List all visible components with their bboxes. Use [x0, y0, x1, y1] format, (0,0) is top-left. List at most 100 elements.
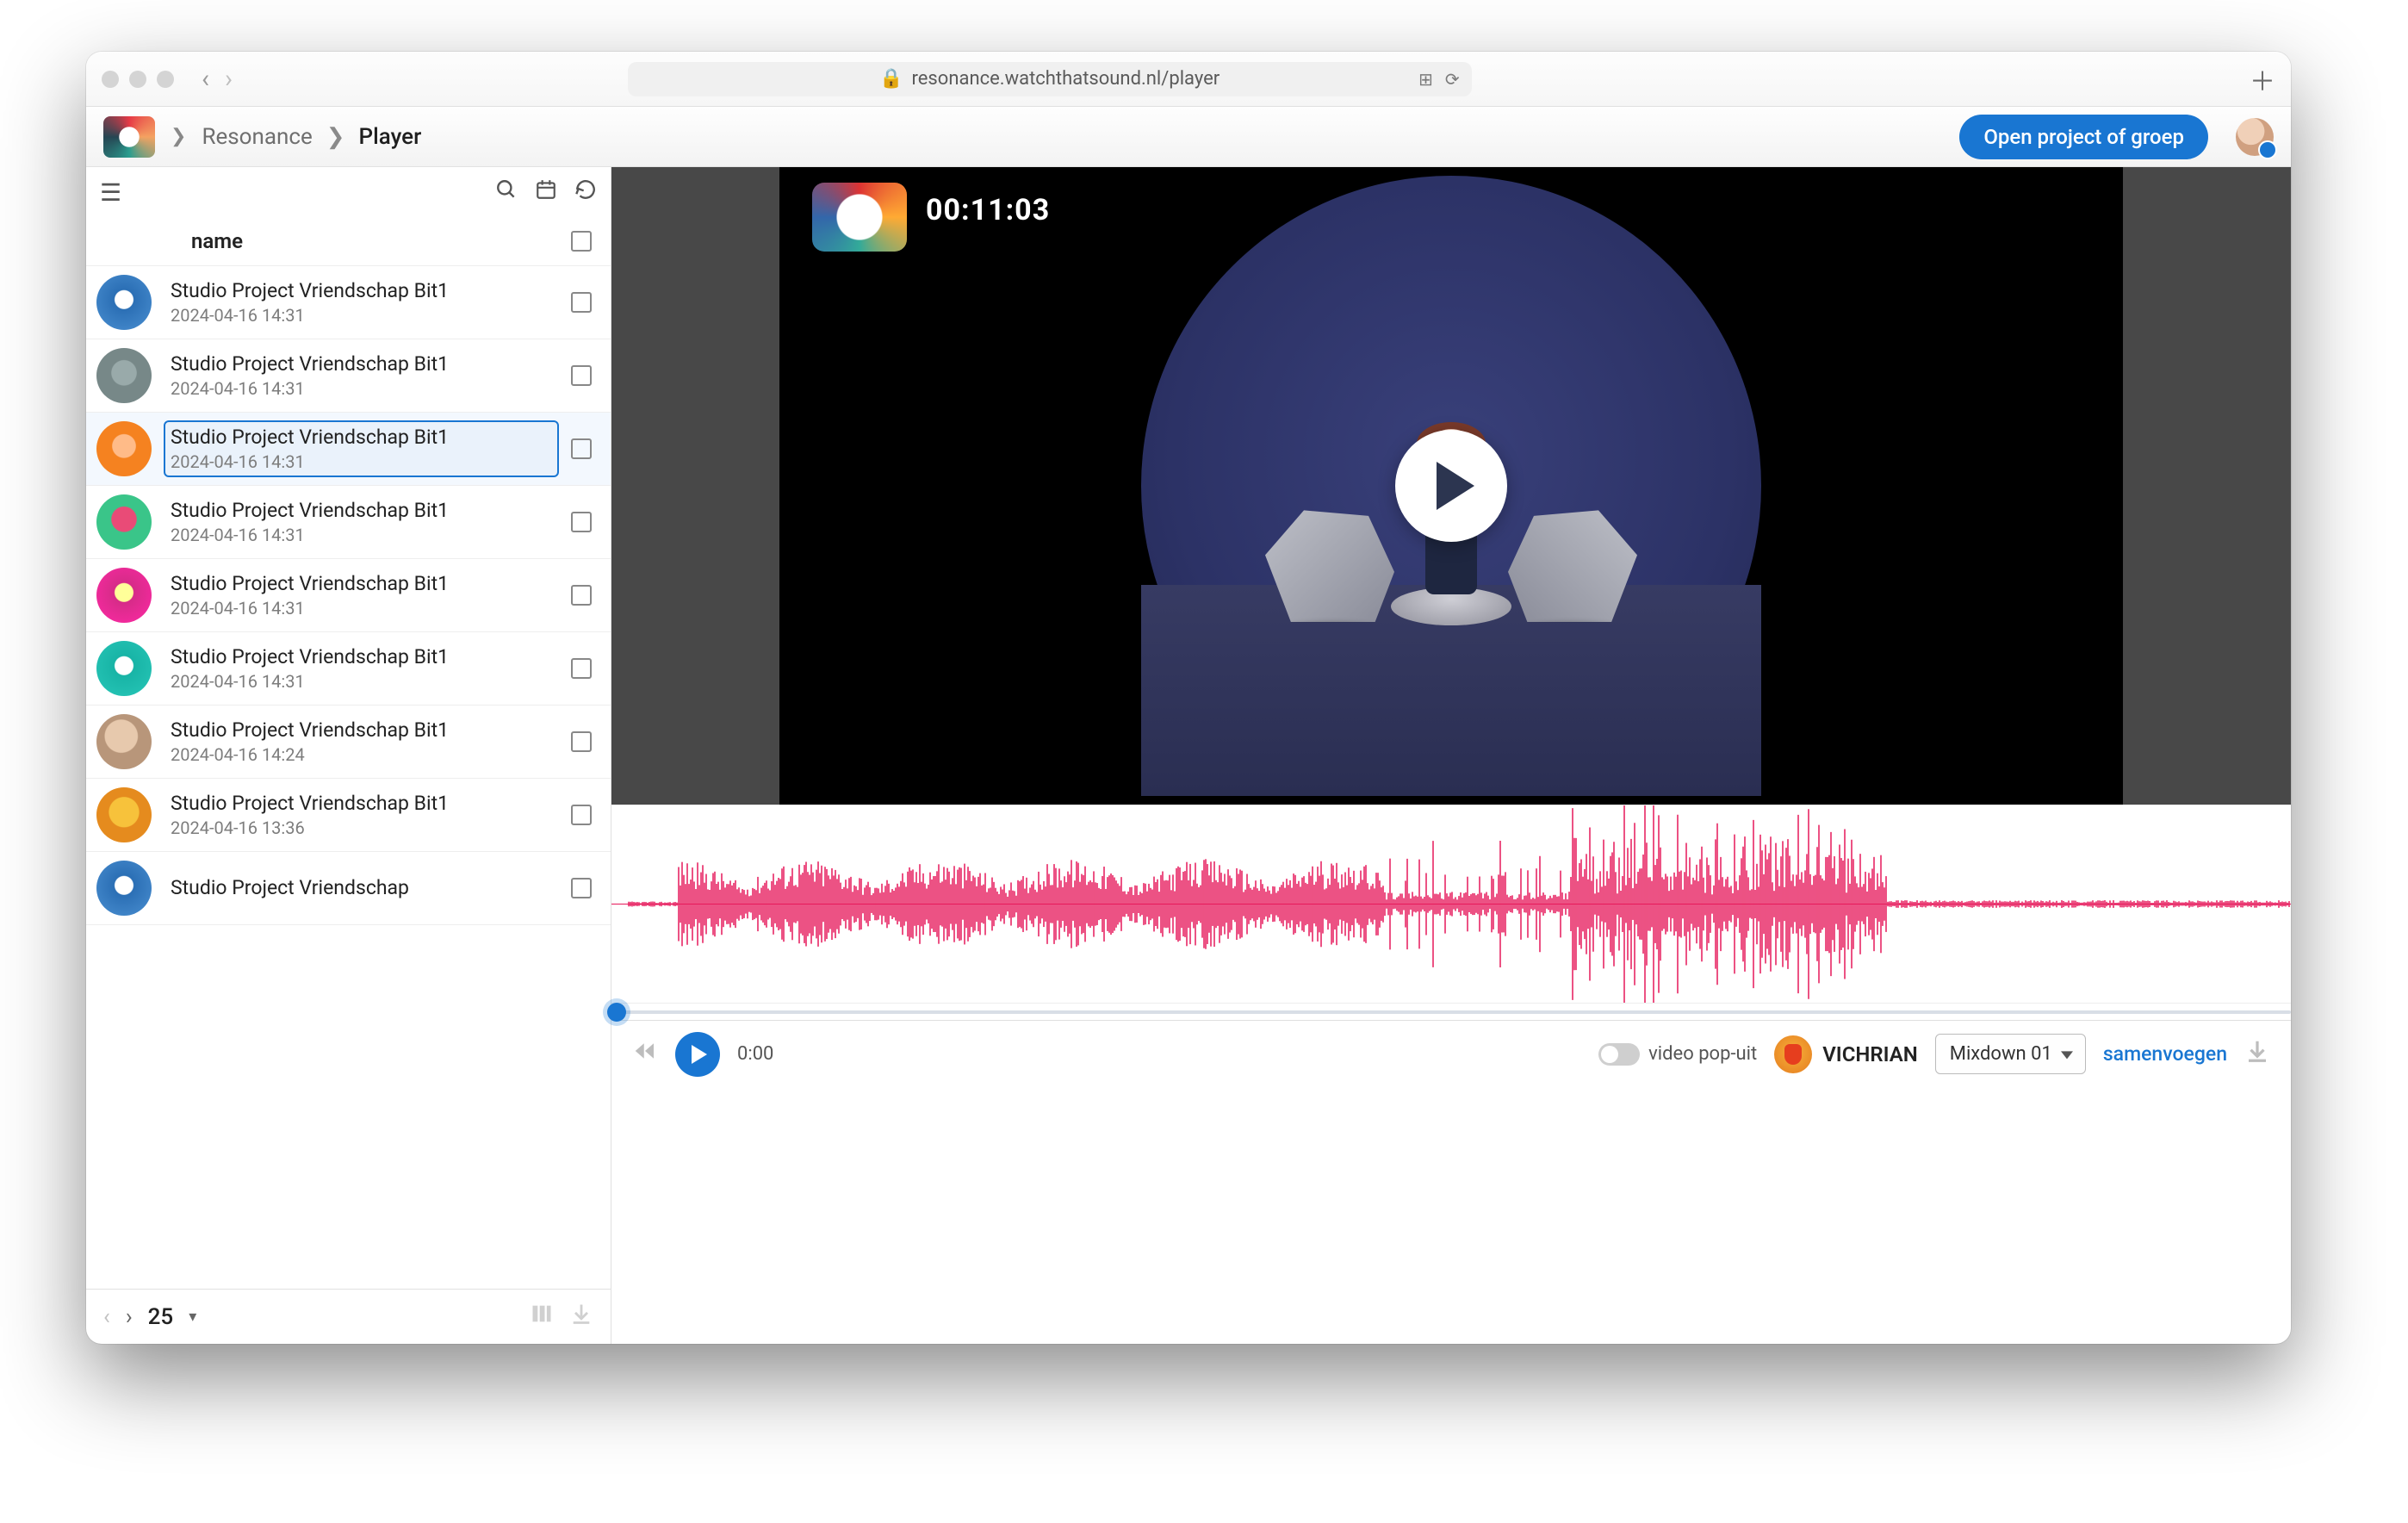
item-info: Studio Project Vriendschap Bit12024-04-1… [165, 349, 557, 403]
row-checkbox[interactable] [571, 438, 592, 459]
list-item[interactable]: Studio Project Vriendschap Bit12024-04-1… [86, 706, 611, 779]
download-icon[interactable] [2244, 1038, 2270, 1070]
breadcrumb-root[interactable]: Resonance [202, 124, 312, 150]
item-info: Studio Project Vriendschap Bit12024-04-1… [165, 788, 557, 842]
columns-icon[interactable] [530, 1302, 554, 1332]
avatar [96, 568, 152, 623]
item-info: Studio Project Vriendschap Bit12024-04-1… [165, 715, 557, 769]
item-info: Studio Project Vriendschap Bit12024-04-1… [165, 276, 557, 330]
reload-icon[interactable]: ⟳ [1445, 69, 1460, 90]
user-avatar-icon [1774, 1035, 1812, 1073]
item-info: Studio Project Vriendschap Bit12024-04-1… [165, 495, 557, 550]
close-dot[interactable] [102, 71, 119, 88]
search-icon[interactable] [495, 178, 518, 207]
timecode: 00:11:03 [926, 193, 1050, 227]
list-item[interactable]: Studio Project Vriendschap Bit12024-04-1… [86, 632, 611, 706]
waveform[interactable] [611, 805, 2291, 1003]
window-controls [102, 71, 174, 88]
row-checkbox[interactable] [571, 731, 592, 752]
avatar [96, 861, 152, 916]
timeline-slider[interactable] [611, 1003, 2291, 1020]
item-time: 2024-04-16 14:31 [171, 598, 557, 619]
page-prev-icon[interactable]: ‹ [103, 1304, 110, 1330]
row-checkbox[interactable] [571, 658, 592, 679]
avatar [96, 787, 152, 842]
list-item[interactable]: Studio Project Vriendschap [86, 852, 611, 925]
app-logo[interactable] [103, 116, 155, 158]
item-title: Studio Project Vriendschap Bit1 [171, 645, 557, 670]
avatar [96, 348, 152, 403]
avatar [96, 494, 152, 550]
calendar-icon[interactable] [535, 178, 557, 207]
item-time: 2024-04-16 14:24 [171, 744, 557, 765]
address-bar[interactable]: 🔒 resonance.watchthatsound.nl/player ⊞ ⟳ [628, 62, 1472, 96]
avatar [96, 421, 152, 476]
browser-window: ‹ › 🔒 resonance.watchthatsound.nl/player… [86, 52, 2291, 1344]
list-item[interactable]: Studio Project Vriendschap Bit12024-04-1… [86, 413, 611, 486]
item-time: 2024-04-16 14:31 [171, 378, 557, 399]
item-title: Studio Project Vriendschap Bit1 [171, 352, 557, 377]
new-tab-icon[interactable]: ＋ [2250, 60, 2275, 98]
lock-icon: 🔒 [879, 68, 903, 90]
current-user-chip[interactable]: VICHRIAN [1774, 1035, 1918, 1073]
list-item[interactable]: Studio Project Vriendschap Bit12024-04-1… [86, 559, 611, 632]
list-item[interactable]: Studio Project Vriendschap Bit12024-04-1… [86, 486, 611, 559]
current-time: 0:00 [737, 1043, 773, 1065]
item-title: Studio Project Vriendschap Bit1 [171, 499, 557, 524]
item-info: Studio Project Vriendschap Bit12024-04-1… [165, 422, 557, 476]
avatar [96, 275, 152, 330]
translate-icon[interactable]: ⊞ [1418, 69, 1433, 90]
content: 00:11:03 [611, 167, 2291, 1344]
play-button[interactable] [675, 1032, 720, 1077]
zoom-dot[interactable] [157, 71, 174, 88]
row-checkbox[interactable] [571, 585, 592, 606]
row-checkbox[interactable] [571, 878, 592, 898]
chevron-down-icon[interactable]: ▾ [189, 1308, 196, 1326]
open-project-button[interactable]: Open project of groep [1959, 115, 2208, 159]
play-overlay-button[interactable] [1395, 430, 1507, 542]
row-checkbox[interactable] [571, 512, 592, 532]
page-size-label[interactable]: 25 [148, 1304, 174, 1330]
list-item[interactable]: Studio Project Vriendschap Bit12024-04-1… [86, 266, 611, 339]
player-bar: 0:00 video pop-uit VICHRIAN Mixdown 01 s… [611, 1020, 2291, 1087]
toggle-switch[interactable] [1598, 1043, 1640, 1066]
breadcrumb-current: Player [359, 124, 422, 150]
item-info: Studio Project Vriendschap Bit12024-04-1… [165, 642, 557, 696]
download-icon[interactable] [569, 1302, 593, 1332]
toggle-label: video pop-uit [1648, 1043, 1757, 1065]
row-checkbox[interactable] [571, 365, 592, 386]
scene-rock-right [1508, 510, 1637, 622]
project-list: Studio Project Vriendschap Bit12024-04-1… [86, 266, 611, 1289]
row-checkbox[interactable] [571, 805, 592, 825]
item-time: 2024-04-16 14:31 [171, 671, 557, 692]
item-time: 2024-04-16 13:36 [171, 817, 557, 838]
slider-thumb[interactable] [607, 1003, 626, 1022]
avatar [96, 714, 152, 769]
nav-forward-icon[interactable]: › [225, 66, 233, 92]
rewind-icon[interactable] [632, 1038, 658, 1070]
mixdown-select[interactable]: Mixdown 01 [1935, 1034, 2086, 1074]
menu-icon[interactable]: ☰ [100, 178, 121, 207]
merge-button[interactable]: samenvoegen [2103, 1042, 2227, 1066]
row-checkbox[interactable] [571, 292, 592, 313]
list-item[interactable]: Studio Project Vriendschap Bit12024-04-1… [86, 779, 611, 852]
chevron-right-icon: ❯ [171, 126, 186, 147]
minimize-dot[interactable] [129, 71, 146, 88]
sidebar-footer: ‹ › 25 ▾ [86, 1289, 611, 1344]
user-avatar[interactable] [2236, 118, 2274, 156]
item-title: Studio Project Vriendschap [171, 876, 557, 901]
item-info: Studio Project Vriendschap [165, 873, 557, 904]
item-title: Studio Project Vriendschap Bit1 [171, 279, 557, 304]
select-all-checkbox[interactable] [571, 231, 592, 252]
video-popout-toggle[interactable]: video pop-uit [1598, 1043, 1757, 1066]
refresh-icon[interactable] [574, 178, 597, 207]
main: ☰ name Studio Project Vriendschap Bit120… [86, 167, 2291, 1344]
nav-back-icon[interactable]: ‹ [202, 66, 209, 92]
video-frame: 00:11:03 [779, 167, 2123, 805]
list-item[interactable]: Studio Project Vriendschap Bit12024-04-1… [86, 339, 611, 413]
video-area: 00:11:03 [611, 167, 2291, 805]
sidebar: ☰ name Studio Project Vriendschap Bit120… [86, 167, 611, 1344]
item-info: Studio Project Vriendschap Bit12024-04-1… [165, 569, 557, 623]
avatar [96, 641, 152, 696]
page-next-icon[interactable]: › [126, 1304, 133, 1330]
